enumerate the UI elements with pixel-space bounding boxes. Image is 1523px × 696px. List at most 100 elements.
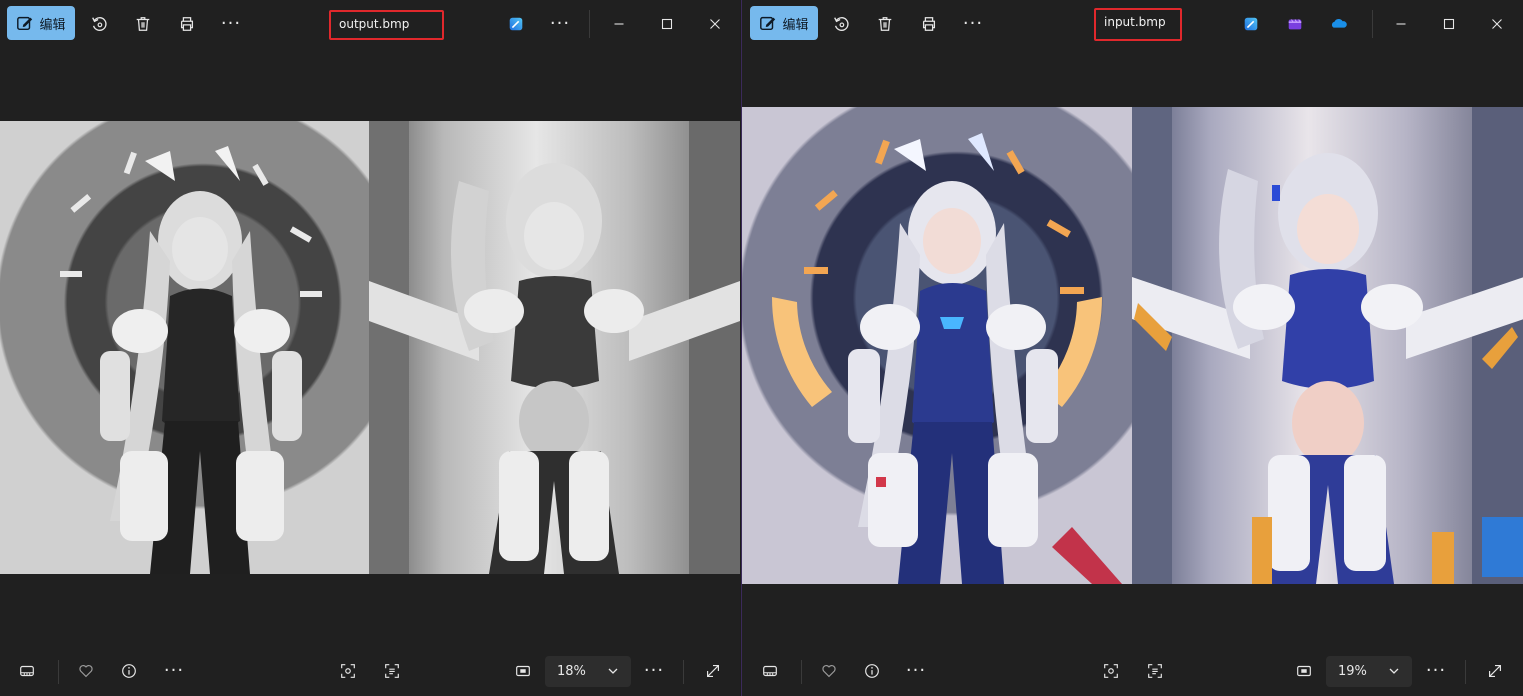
zoom-dropdown[interactable]: 18% <box>545 656 631 687</box>
more-button[interactable]: ··· <box>957 8 989 40</box>
photos-window-output: 编辑 ··· output.bmp ··· ··· 18% ··· <box>0 0 740 696</box>
minimize-button[interactable] <box>603 8 635 40</box>
bottom-toolbar: ··· 19% ··· <box>742 646 1523 696</box>
edit-button[interactable]: 编辑 <box>750 6 818 40</box>
image-panel-left <box>0 121 369 574</box>
fullscreen-button[interactable] <box>697 655 729 687</box>
close-button[interactable] <box>1481 8 1513 40</box>
designer-button[interactable] <box>500 8 532 40</box>
edit-label: 编辑 <box>782 17 809 33</box>
onedrive-icon <box>1331 18 1347 28</box>
displayed-image-color[interactable] <box>742 107 1523 584</box>
onedrive-button[interactable] <box>1323 8 1355 40</box>
zoom-value: 19% <box>1338 664 1367 679</box>
scan-focus-icon <box>341 664 355 678</box>
close-icon <box>710 19 720 29</box>
print-button[interactable] <box>913 8 945 40</box>
more-dots-icon: ··· <box>962 13 984 34</box>
delete-button[interactable] <box>127 8 159 40</box>
maximize-icon <box>1443 18 1455 30</box>
divider <box>1465 660 1466 684</box>
designer-app-icon <box>509 17 523 31</box>
heart-icon <box>79 665 93 678</box>
info-icon <box>122 664 136 678</box>
expand-icon <box>707 665 719 677</box>
more-dots-icon: ··· <box>905 660 927 681</box>
filmstrip-button[interactable] <box>754 655 786 687</box>
title-bar: 编辑 ··· output.bmp ··· <box>0 0 740 48</box>
more-button[interactable]: ··· <box>158 655 190 687</box>
image-viewer <box>0 48 740 646</box>
filmstrip-button[interactable] <box>11 655 43 687</box>
filename-highlight: input.bmp <box>1094 8 1182 41</box>
designer-button[interactable] <box>1235 8 1267 40</box>
favorite-button[interactable] <box>813 655 845 687</box>
close-icon <box>1492 19 1502 29</box>
print-button[interactable] <box>171 8 203 40</box>
printer-icon <box>180 17 194 31</box>
trash-icon <box>136 17 150 31</box>
edit-label: 编辑 <box>39 17 66 33</box>
chevron-down-icon <box>1389 668 1399 674</box>
filename: input.bmp <box>1104 15 1166 29</box>
text-scan-button[interactable] <box>376 655 408 687</box>
filename: output.bmp <box>339 17 410 31</box>
edit-button[interactable]: 编辑 <box>7 6 75 40</box>
filmstrip-icon <box>763 665 777 677</box>
actual-size-icon <box>516 665 530 677</box>
text-scan-button[interactable] <box>1139 655 1171 687</box>
more-dots-icon: ··· <box>163 660 185 681</box>
bottom-toolbar: ··· 18% ··· <box>0 646 740 696</box>
actual-size-button[interactable] <box>1288 655 1320 687</box>
zoom-value: 18% <box>557 664 586 679</box>
rotate-button[interactable] <box>83 8 115 40</box>
text-scan-icon <box>385 664 399 678</box>
divider <box>801 660 802 684</box>
delete-button[interactable] <box>869 8 901 40</box>
minimize-icon <box>614 23 624 25</box>
displayed-image-grayscale[interactable] <box>0 121 740 574</box>
minimize-button[interactable] <box>1385 8 1417 40</box>
clipchamp-icon <box>1288 19 1302 30</box>
title-bar: 编辑 ··· input.bmp <box>742 0 1523 48</box>
favorite-button[interactable] <box>70 655 102 687</box>
more-button[interactable]: ··· <box>215 8 247 40</box>
figure-illustration <box>1132 107 1523 584</box>
image-panel-right <box>369 121 740 574</box>
maximize-button[interactable] <box>651 8 683 40</box>
designer-app-icon <box>1244 17 1258 31</box>
more-apps-button[interactable]: ··· <box>544 8 576 40</box>
rotate-icon <box>834 17 849 32</box>
fullscreen-button[interactable] <box>1479 655 1511 687</box>
divider <box>589 10 590 38</box>
image-panel-left <box>742 107 1132 584</box>
close-button[interactable] <box>699 8 731 40</box>
more-button[interactable]: ··· <box>900 655 932 687</box>
more-dots-icon: ··· <box>643 660 665 681</box>
maximize-button[interactable] <box>1433 8 1465 40</box>
heart-icon <box>822 665 836 678</box>
pencil-edit-icon <box>760 16 776 31</box>
info-button[interactable] <box>113 655 145 687</box>
figure-illustration <box>369 121 740 574</box>
chevron-down-icon <box>608 668 618 674</box>
more-button[interactable]: ··· <box>1420 655 1452 687</box>
maximize-icon <box>661 18 673 30</box>
zoom-dropdown[interactable]: 19% <box>1326 656 1412 687</box>
trash-icon <box>878 17 892 31</box>
actual-size-button[interactable] <box>507 655 539 687</box>
more-button[interactable]: ··· <box>638 655 670 687</box>
visual-search-button[interactable] <box>332 655 364 687</box>
rotate-button[interactable] <box>825 8 857 40</box>
divider <box>58 660 59 684</box>
info-icon <box>865 664 879 678</box>
expand-icon <box>1489 665 1501 677</box>
visual-search-button[interactable] <box>1095 655 1127 687</box>
info-button[interactable] <box>856 655 888 687</box>
image-panel-right <box>1132 107 1523 584</box>
image-viewer <box>742 48 1523 646</box>
rotate-icon <box>92 17 107 32</box>
clipchamp-button[interactable] <box>1279 8 1311 40</box>
actual-size-icon <box>1297 665 1311 677</box>
figure-illustration <box>60 146 322 574</box>
